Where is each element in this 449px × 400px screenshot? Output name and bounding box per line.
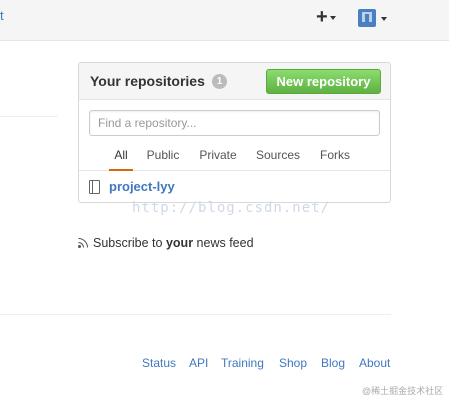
new-repository-button[interactable]: New repository: [266, 69, 381, 94]
repositories-panel: Your repositories 1 New repository All P…: [78, 62, 391, 203]
avatar: [358, 9, 376, 27]
footer-link-shop[interactable]: Shop: [279, 356, 307, 370]
chevron-down-icon: [381, 17, 387, 21]
tab-public[interactable]: Public: [144, 148, 182, 171]
top-header-bar: t +: [0, 0, 449, 41]
news-feed-prefix: Subscribe to: [93, 236, 166, 250]
repositories-header: Your repositories 1 New repository: [79, 63, 390, 100]
news-feed-text[interactable]: Subscribe to your news feed: [93, 236, 254, 250]
news-feed-bold: your: [165, 236, 194, 250]
divider: [0, 116, 58, 117]
tab-private[interactable]: Private: [197, 148, 239, 171]
rss-icon: [78, 238, 88, 248]
create-new-menu[interactable]: +: [316, 6, 344, 28]
tab-forks[interactable]: Forks: [318, 148, 352, 171]
footer-link-training[interactable]: Training: [221, 356, 264, 370]
list-item[interactable]: project-lyy: [79, 172, 390, 202]
find-repository-input[interactable]: [89, 110, 380, 136]
corner-watermark: @稀土掘金技术社区: [362, 386, 444, 396]
footer-link-api[interactable]: API: [189, 356, 208, 370]
footer-link-status[interactable]: Status: [142, 356, 176, 370]
chevron-down-icon: [329, 16, 336, 20]
repositories-title: Your repositories: [90, 73, 205, 89]
tab-sources[interactable]: Sources: [254, 148, 302, 171]
repository-filter-tabs: All Public Private Sources Forks: [79, 148, 390, 171]
url-watermark: http://blog.csdn.net/: [132, 200, 331, 216]
footer-links: Status API Training Shop Blog About: [0, 356, 392, 372]
news-feed-suffix: news feed: [193, 236, 254, 250]
footer-divider: [0, 314, 391, 315]
repository-link[interactable]: project-lyy: [109, 179, 175, 194]
subscribe-news-feed[interactable]: Subscribe to your news feed: [78, 235, 254, 251]
footer-link-about[interactable]: About: [359, 356, 390, 370]
user-avatar-menu[interactable]: [358, 8, 392, 28]
plus-icon: +: [316, 6, 328, 28]
tab-all[interactable]: All: [109, 148, 133, 171]
header-nav-link[interactable]: t: [0, 8, 4, 23]
repository-count-badge: 1: [212, 74, 227, 89]
footer-link-blog[interactable]: Blog: [321, 356, 345, 370]
repo-icon: [89, 180, 100, 194]
